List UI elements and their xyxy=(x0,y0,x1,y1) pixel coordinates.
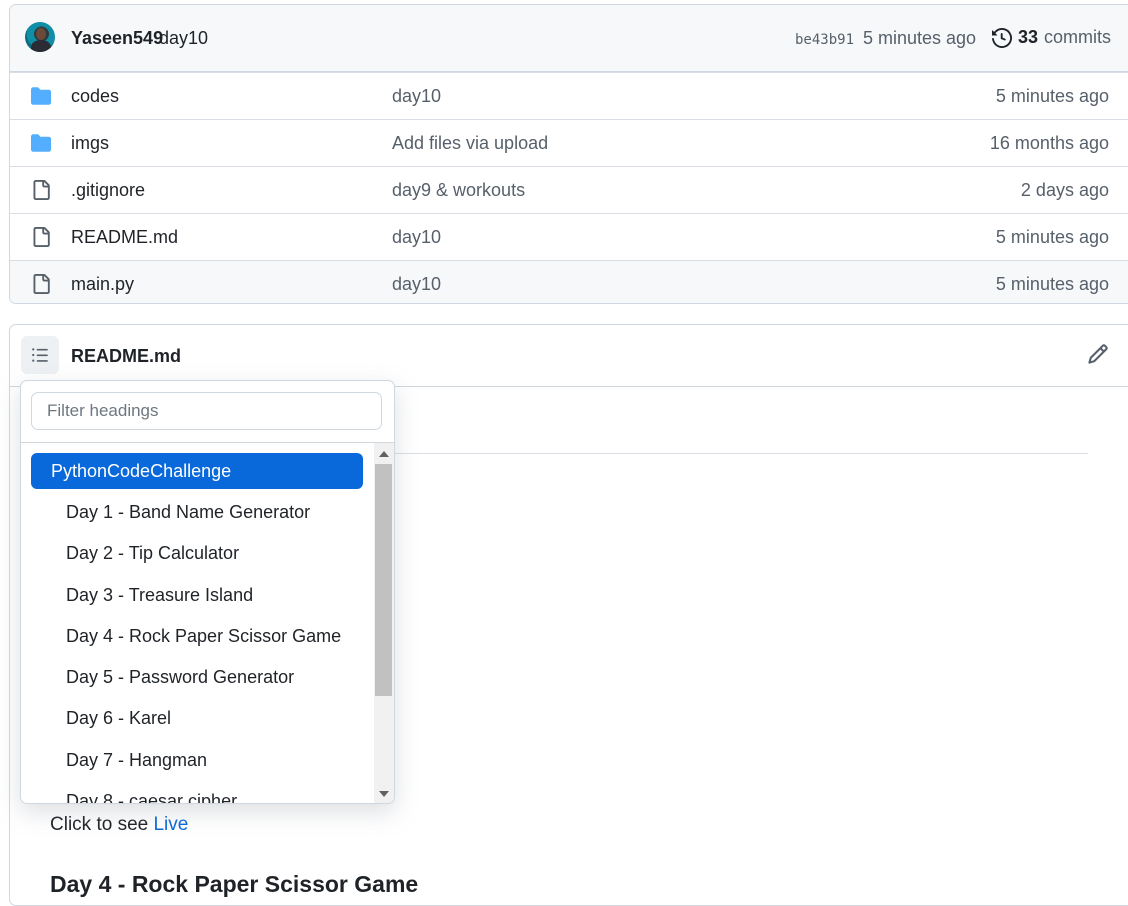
toc-item[interactable]: Day 6 - Karel xyxy=(31,700,363,736)
toc-item[interactable]: Day 1 - Band Name Generator xyxy=(31,494,363,530)
file-icon xyxy=(33,180,50,200)
file-row[interactable]: imgs Add files via upload 16 months ago xyxy=(10,119,1128,166)
table-of-contents-popover: PythonCodeChallenge Day 1 - Band Name Ge… xyxy=(20,380,395,804)
commits-label: commits xyxy=(1044,27,1112,47)
folder-icon xyxy=(31,134,51,152)
toc-list: PythonCodeChallenge Day 1 - Band Name Ge… xyxy=(21,443,374,803)
file-name-link[interactable]: README.md xyxy=(71,227,178,248)
file-name-link[interactable]: codes xyxy=(71,86,119,107)
readme-header: README.md xyxy=(10,325,1128,387)
file-commit-message-link[interactable]: Add files via upload xyxy=(392,133,548,154)
toc-item-active[interactable]: PythonCodeChallenge xyxy=(31,453,363,489)
live-link[interactable]: Live xyxy=(153,814,188,835)
toc-item[interactable]: Day 4 - Rock Paper Scissor Game xyxy=(31,618,363,654)
file-name-link[interactable]: imgs xyxy=(71,133,109,154)
file-browser: Yaseen549 day10 be43b91 5 minutes ago 33… xyxy=(9,4,1128,304)
folder-icon xyxy=(31,87,51,105)
heading-divider xyxy=(394,453,1088,454)
toc-item[interactable]: Day 8 - caesar cipher xyxy=(31,783,363,803)
toc-item[interactable]: Day 3 - Treasure Island xyxy=(31,577,363,613)
latest-commit-bar: Yaseen549 day10 be43b91 5 minutes ago 33… xyxy=(10,5,1128,72)
file-commit-time: 5 minutes ago xyxy=(995,274,1109,294)
file-commit-message-link[interactable]: day9 & workouts xyxy=(392,180,525,201)
live-prefix-text: Click to see xyxy=(50,814,154,835)
pencil-icon[interactable] xyxy=(1087,343,1109,365)
list-icon xyxy=(32,348,48,362)
file-commit-message-link[interactable]: day10 xyxy=(392,227,441,248)
file-commit-time: 16 months ago xyxy=(989,133,1109,153)
live-paragraph: Click to see Live xyxy=(50,814,188,836)
file-name-link[interactable]: main.py xyxy=(71,274,134,295)
scrollbar-thumb[interactable] xyxy=(375,464,392,696)
file-commit-message-link[interactable]: day10 xyxy=(392,274,441,295)
toc-item[interactable]: Day 2 - Tip Calculator xyxy=(31,535,363,571)
toc-item[interactable]: Day 5 - Password Generator xyxy=(31,659,363,695)
file-commit-time: 5 minutes ago xyxy=(995,86,1109,106)
history-icon xyxy=(992,27,1012,48)
file-row[interactable]: README.md day10 5 minutes ago xyxy=(10,213,1128,260)
commit-author-link[interactable]: Yaseen549 xyxy=(71,28,163,49)
readme-title-link[interactable]: README.md xyxy=(71,346,181,367)
commit-message-link[interactable]: day10 xyxy=(159,28,208,49)
file-row[interactable]: .gitignore day9 & workouts 2 days ago xyxy=(10,166,1128,213)
commit-count: 33 xyxy=(1018,27,1039,47)
file-icon xyxy=(33,274,50,294)
toc-item[interactable]: Day 7 - Hangman xyxy=(31,742,363,778)
file-row[interactable]: main.py day10 5 minutes ago xyxy=(10,260,1128,303)
scroll-up-arrow-icon[interactable] xyxy=(379,451,389,457)
readme-heading-day4: Day 4 - Rock Paper Scissor Game xyxy=(50,871,419,897)
filter-headings-input[interactable] xyxy=(31,392,382,430)
avatar[interactable] xyxy=(25,22,55,52)
commit-sha-link[interactable]: be43b91 xyxy=(795,32,854,48)
file-commit-time: 2 days ago xyxy=(1020,180,1109,200)
file-row[interactable]: codes day10 5 minutes ago xyxy=(10,72,1128,119)
commit-time: 5 minutes ago xyxy=(863,28,977,48)
file-commit-time: 5 minutes ago xyxy=(995,227,1109,247)
file-commit-message-link[interactable]: day10 xyxy=(392,86,441,107)
file-name-link[interactable]: .gitignore xyxy=(71,180,145,201)
file-icon xyxy=(33,227,50,247)
scroll-down-arrow-icon[interactable] xyxy=(379,791,389,797)
table-of-contents-button[interactable] xyxy=(21,336,59,374)
commit-history-link[interactable]: 33 commits xyxy=(992,27,1111,48)
